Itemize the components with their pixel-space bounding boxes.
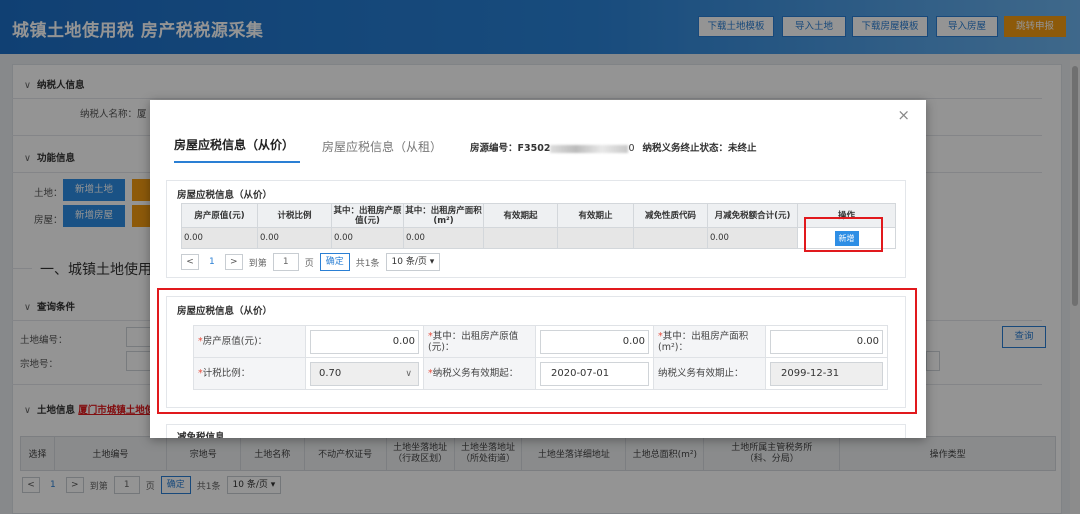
col-header: 计税比例 — [257, 203, 332, 228]
cell: 0.00 — [707, 227, 798, 249]
panel-title: 房屋应税信息（从价） — [177, 190, 273, 201]
close-icon[interactable]: × — [897, 106, 910, 124]
cell: 0.00 — [257, 227, 332, 249]
goto-ok-button[interactable]: 确定 — [319, 253, 350, 271]
col-header: 减免性质代码 — [633, 203, 708, 228]
table-row: 0.00 0.00 0.00 0.00 0.00 新增 — [181, 227, 896, 249]
modal-pager: < 1 > 到第 1 页 确定 共1条 10 条/页 ▾ — [181, 253, 441, 271]
redacted-block — [550, 144, 629, 153]
cell: 0.00 — [181, 227, 258, 249]
cell — [557, 227, 634, 249]
page-number[interactable]: 1 — [205, 257, 219, 267]
page-size-select[interactable]: 10 条/页 ▾ — [385, 253, 441, 271]
col-header: 其中：出租房产原值(元) — [331, 203, 404, 228]
highlight-add-button — [804, 217, 883, 252]
total-count: 共1条 — [355, 258, 380, 269]
next-page-button[interactable]: > — [224, 254, 243, 270]
end-status-info: 纳税义务终止状态：未终止 — [642, 143, 757, 154]
highlight-form-panel — [157, 288, 917, 414]
price-based-list-panel: 房屋应税信息（从价） 房产原值(元) 计税比例 其中：出租房产原值(元) 其中：… — [166, 180, 906, 278]
goto-label: 到第 — [248, 258, 267, 269]
col-header: 房产原值(元) — [181, 203, 258, 228]
tax-relief-panel: 减免税信息 — [166, 424, 906, 438]
cell: 0.00 — [331, 227, 404, 249]
col-header: 有效期止 — [557, 203, 634, 228]
goto-page-input[interactable]: 1 — [272, 253, 299, 271]
tab-price-based[interactable]: 房屋应税信息（从价） — [174, 136, 301, 163]
col-header: 月减免税额合计(元) — [707, 203, 798, 228]
price-based-table: 房产原值(元) 计税比例 其中：出租房产原值(元) 其中：出租房产面积(m²) … — [181, 203, 896, 249]
col-header: 其中：出租房产面积(m²) — [403, 203, 484, 228]
modal-tabs: 房屋应税信息（从价） 房屋应税信息（从租） 房源编号：F3502 0 纳税义务终止… — [174, 136, 765, 163]
panel-title: 减免税信息 — [177, 432, 225, 438]
cell: 0.00 — [403, 227, 484, 249]
tab-rent-based[interactable]: 房屋应税信息（从租） — [322, 138, 448, 163]
page-unit-label: 页 — [304, 258, 314, 269]
col-header: 有效期起 — [483, 203, 558, 228]
prev-page-button[interactable]: < — [181, 254, 199, 270]
cell — [633, 227, 708, 249]
cell — [483, 227, 558, 249]
house-no-info: 房源编号：F3502 0 — [470, 143, 635, 154]
